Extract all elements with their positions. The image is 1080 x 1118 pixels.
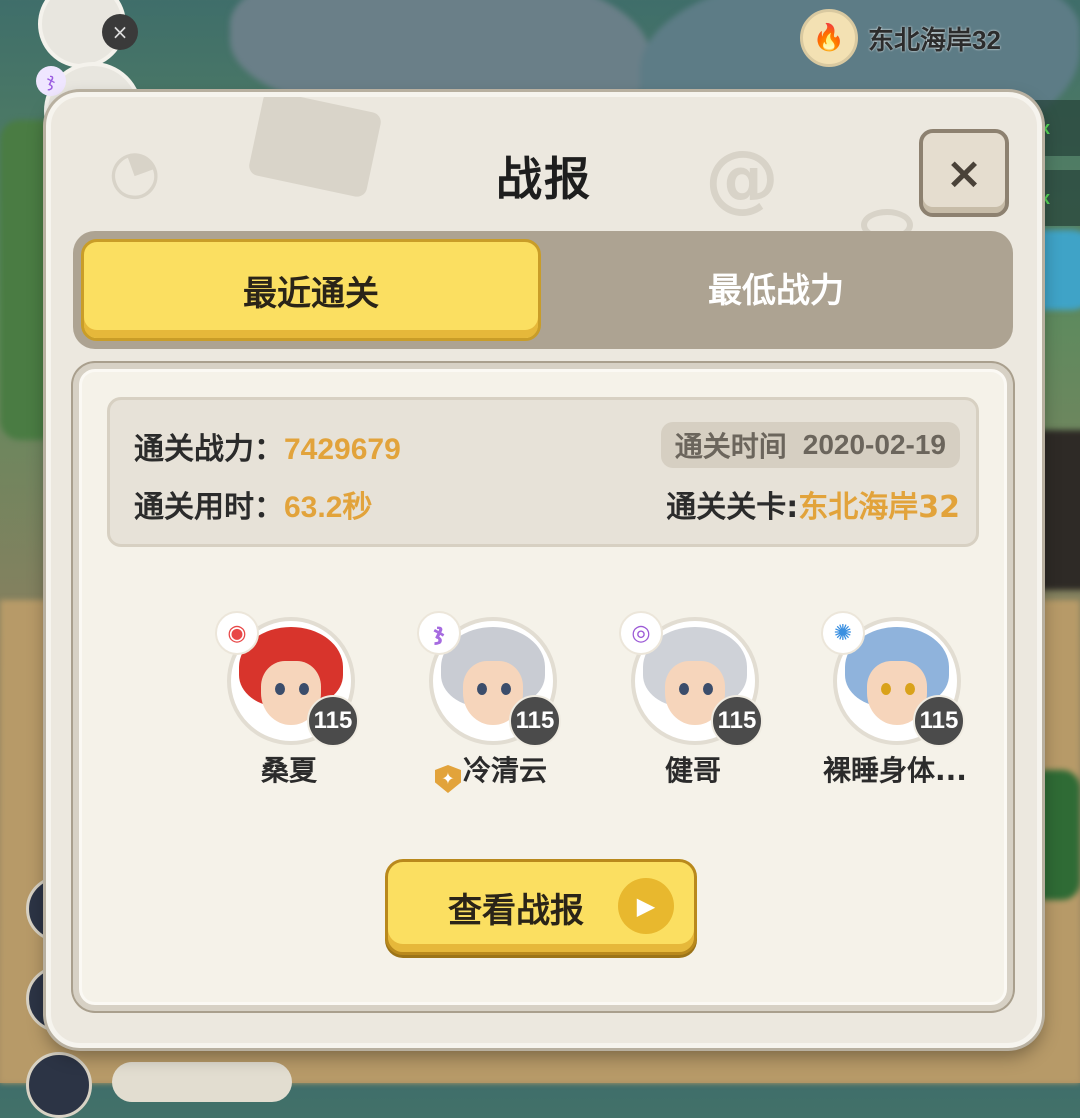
hero-eye <box>501 683 511 695</box>
dialog-title: 战报 <box>496 152 592 206</box>
wind-element-icon: ჯ <box>417 611 461 655</box>
campfire-icon: 🔥 <box>800 9 858 67</box>
tab-recent-clears[interactable]: 最近通关 <box>81 239 541 341</box>
tab-bar: 最近通关 最低战力 <box>73 231 1013 349</box>
clear-time-value: 2020-02-19 <box>802 429 946 460</box>
chat-avatar[interactable] <box>26 1052 92 1118</box>
clear-power-row: 通关战力：7429679 <box>134 424 401 468</box>
chat-bar[interactable] <box>112 1062 292 1102</box>
view-report-label: 查看战报 <box>448 890 584 931</box>
hero-card[interactable]: ჯ 115 ✦ 冷清云 <box>417 611 571 793</box>
battle-report-dialog: ◔ @ 战报 × 最近通关 最低战力 通关战力：7429679 通关用时：63.… <box>46 92 1042 1048</box>
hero-name: 冷清云 <box>462 754 547 787</box>
hero-name: 桑夏 <box>260 754 317 787</box>
hero-eye <box>703 683 713 695</box>
shield-badge-icon: ✦ <box>434 765 461 793</box>
water-element-icon: ✺ <box>821 611 865 655</box>
wind-element-icon: ჯ <box>36 66 66 96</box>
hero-eye <box>905 683 915 695</box>
location-indicator[interactable]: 🔥 东北海岸32 <box>800 8 1001 68</box>
dark-element-icon: ◎ <box>619 611 663 655</box>
clear-power-value: 7429679 <box>284 433 401 466</box>
hero-level-badge: 115 <box>307 695 359 747</box>
hero-level-badge: 115 <box>509 695 561 747</box>
fire-element-icon: ◉ <box>215 611 259 655</box>
clear-level-value: 东北海岸32 <box>798 490 960 525</box>
hero-name: 健哥 <box>664 754 721 787</box>
clear-power-label: 通关战力： <box>134 432 284 467</box>
close-button[interactable]: × <box>919 129 1009 217</box>
hero-eye <box>275 683 285 695</box>
close-icon: × <box>945 147 983 199</box>
hero-card[interactable]: ✺ 115 裸睡身体... <box>821 611 975 787</box>
clear-stats-box: 通关战力：7429679 通关用时：63.2秒 通关时间 2020-02-19 … <box>107 397 979 547</box>
hero-eye <box>881 683 891 695</box>
clear-level-row: 通关关卡:东北海岸32 <box>666 482 960 526</box>
close-icon[interactable]: × <box>102 14 138 50</box>
play-icon: ▶ <box>618 878 674 934</box>
hero-name-row: ✦ 冷清云 <box>381 749 601 793</box>
hero-level-badge: 115 <box>913 695 965 747</box>
hero-level-badge: 115 <box>711 695 763 747</box>
view-report-button[interactable]: 查看战报 ▶ <box>385 859 697 955</box>
hero-name: 裸睡身体... <box>823 754 967 787</box>
clear-duration-row: 通关用时：63.2秒 <box>134 482 372 526</box>
hero-card[interactable]: ◎ 115 健哥 <box>619 611 773 787</box>
hero-eye <box>679 683 689 695</box>
tab-lowest-power[interactable]: 最低战力 <box>543 239 1009 335</box>
hero-card[interactable]: ◉ 115 桑夏 <box>215 611 369 787</box>
clear-duration-value: 63.2秒 <box>284 491 373 524</box>
clear-duration-label: 通关用时： <box>134 490 284 525</box>
hero-eye <box>299 683 309 695</box>
clear-level-label: 通关关卡: <box>666 490 799 525</box>
clear-time-chip: 通关时间 2020-02-19 <box>660 422 960 468</box>
report-panel: 通关战力：7429679 通关用时：63.2秒 通关时间 2020-02-19 … <box>73 363 1013 1011</box>
hero-eye <box>477 683 487 695</box>
location-label: 东北海岸32 <box>868 24 1001 55</box>
clear-time-label: 通关时间 <box>674 430 787 463</box>
